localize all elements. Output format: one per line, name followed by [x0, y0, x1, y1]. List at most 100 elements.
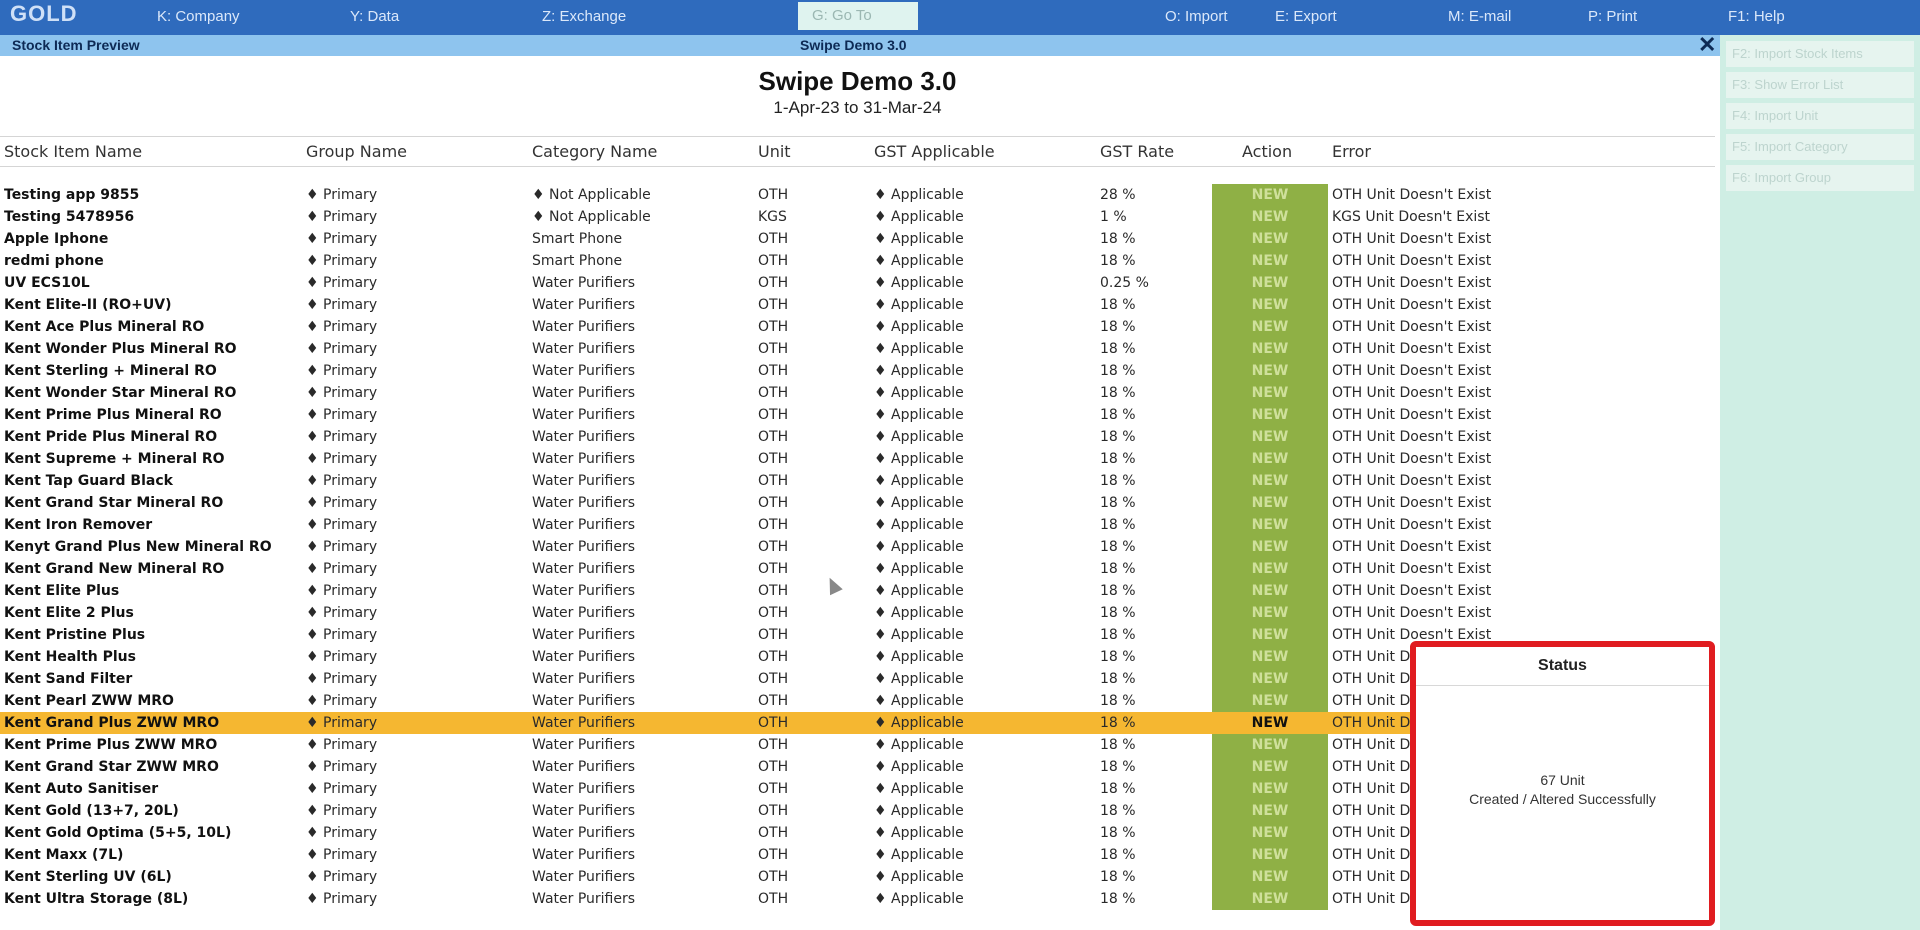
- error-text: OTH Unit Doesn't Exist: [1332, 517, 1492, 533]
- table-row[interactable]: Kent Sterling + Mineral RO ♦ Primary Water…: [0, 360, 1715, 382]
- gst-applicable: ♦ Applicable: [874, 297, 964, 313]
- import-unit-button[interactable]: F4: Import Unit: [1726, 103, 1914, 129]
- table-row[interactable]: Kent Elite Plus ♦ Primary Water Purifiers O…: [0, 580, 1715, 602]
- category-name: Water Purifiers: [532, 429, 636, 445]
- gst-applicable: ♦ Applicable: [874, 385, 964, 401]
- table-row[interactable]: Testing app 9855 ♦ Primary ♦ Not Applicabl…: [0, 184, 1715, 206]
- stock-item-name: Kent Pride Plus Mineral RO: [4, 429, 218, 445]
- category-name: Water Purifiers: [532, 407, 636, 423]
- stock-item-name: Kent Gold Optima (5+5, 10L): [4, 825, 232, 841]
- table-row[interactable]: Kent Prime Plus Mineral RO ♦ Primary Water…: [0, 404, 1715, 426]
- action-badge: NEW: [1212, 558, 1328, 580]
- menu-data[interactable]: Y: Data: [350, 8, 399, 25]
- category-name: Water Purifiers: [532, 451, 636, 467]
- col-category-name: Category Name: [532, 142, 658, 161]
- category-name: Water Purifiers: [532, 781, 636, 797]
- col-error: Error: [1332, 142, 1371, 161]
- group-name: ♦ Primary: [306, 231, 378, 247]
- unit: OTH: [758, 231, 789, 247]
- show-error-list-button[interactable]: F3: Show Error List: [1726, 72, 1914, 98]
- category-name: Water Purifiers: [532, 517, 636, 533]
- category-name: Water Purifiers: [532, 473, 636, 489]
- category-name: Water Purifiers: [532, 759, 636, 775]
- stock-item-name: Kent Auto Sanitiser: [4, 781, 159, 797]
- menu-import[interactable]: O: Import: [1165, 8, 1228, 25]
- table-row[interactable]: Kent Supreme + Mineral RO ♦ Primary Water …: [0, 448, 1715, 470]
- col-gst-applicable: GST Applicable: [874, 142, 995, 161]
- table-row[interactable]: Kent Iron Remover ♦ Primary Water Purifier…: [0, 514, 1715, 536]
- unit: KGS: [758, 209, 787, 225]
- category-name: Water Purifiers: [532, 671, 636, 687]
- table-row[interactable]: Apple Iphone ♦ Primary Smart Phone OTH ♦ App…: [0, 228, 1715, 250]
- stock-item-name: Kent Ace Plus Mineral RO: [4, 319, 205, 335]
- category-name: Water Purifiers: [532, 825, 636, 841]
- import-category-button[interactable]: F5: Import Category: [1726, 134, 1914, 160]
- action-badge: NEW: [1212, 206, 1328, 228]
- table-row[interactable]: Kent Wonder Star Mineral RO ♦ Primary Wate…: [0, 382, 1715, 404]
- gst-rate: 18 %: [1100, 693, 1136, 709]
- menu-goto[interactable]: G: Go To: [798, 2, 918, 30]
- group-name: ♦ Primary: [306, 649, 378, 665]
- stock-item-name: redmi phone: [4, 253, 104, 269]
- error-text: OTH Unit Doesn't Exist: [1332, 561, 1492, 577]
- error-text: OTH Unit Doesn't Exist: [1332, 473, 1492, 489]
- menu-print[interactable]: P: Print: [1588, 8, 1637, 25]
- category-name: Water Purifiers: [532, 693, 636, 709]
- unit: OTH: [758, 649, 789, 665]
- stock-item-name: Kent Prime Plus ZWW MRO: [4, 737, 218, 753]
- table-row[interactable]: Kent Elite-II (RO+UV) ♦ Primary Water Puri…: [0, 294, 1715, 316]
- import-stock-items-button[interactable]: F2: Import Stock Items: [1726, 41, 1914, 67]
- gst-rate: 18 %: [1100, 869, 1136, 885]
- col-unit: Unit: [758, 142, 791, 161]
- close-icon[interactable]: ✕: [1698, 32, 1716, 58]
- table-row[interactable]: Kent Grand Star Mineral RO ♦ Primary Water…: [0, 492, 1715, 514]
- action-badge: NEW: [1212, 690, 1328, 712]
- gst-applicable: ♦ Applicable: [874, 583, 964, 599]
- unit: OTH: [758, 715, 789, 731]
- stock-item-name: Kenyt Grand Plus New Mineral RO: [4, 539, 272, 555]
- table-row[interactable]: Kent Pride Plus Mineral RO ♦ Primary Water…: [0, 426, 1715, 448]
- menu-help[interactable]: F1: Help: [1728, 8, 1785, 25]
- error-text: OTH Unit Doesn't Exist: [1332, 231, 1492, 247]
- menu-export[interactable]: E: Export: [1275, 8, 1337, 25]
- stock-item-name: Kent Maxx (7L): [4, 847, 124, 863]
- action-badge: NEW: [1212, 756, 1328, 778]
- gst-rate: 18 %: [1100, 297, 1136, 313]
- menu-email[interactable]: M: E-mail: [1448, 8, 1511, 25]
- action-badge: NEW: [1212, 514, 1328, 536]
- gst-applicable: ♦ Applicable: [874, 759, 964, 775]
- category-name: Smart Phone: [532, 231, 623, 247]
- table-row[interactable]: Kent Elite 2 Plus ♦ Primary Water Purifier…: [0, 602, 1715, 624]
- group-name: ♦ Primary: [306, 627, 378, 643]
- unit: OTH: [758, 407, 789, 423]
- menu-company[interactable]: K: Company: [157, 8, 240, 25]
- import-group-button[interactable]: F6: Import Group: [1726, 165, 1914, 191]
- group-name: ♦ Primary: [306, 561, 378, 577]
- category-name: Water Purifiers: [532, 869, 636, 885]
- error-text: OTH Unit Doesn't Exist: [1332, 253, 1492, 269]
- table-row[interactable]: Kent Ace Plus Mineral RO ♦ Primary Water P…: [0, 316, 1715, 338]
- table-row[interactable]: redmi phone ♦ Primary Smart Phone OTH ♦ Appl…: [0, 250, 1715, 272]
- gst-applicable: ♦ Applicable: [874, 803, 964, 819]
- report-name: Stock Item Preview: [12, 37, 140, 53]
- gst-rate: 18 %: [1100, 319, 1136, 335]
- table-row[interactable]: Kenyt Grand Plus New Mineral RO ♦ Primary…: [0, 536, 1715, 558]
- stock-item-name: Kent Wonder Plus Mineral RO: [4, 341, 237, 357]
- action-badge: NEW: [1212, 448, 1328, 470]
- table-row[interactable]: Kent Tap Guard Black ♦ Primary Water Purif…: [0, 470, 1715, 492]
- gst-rate: 18 %: [1100, 231, 1136, 247]
- group-name: ♦ Primary: [306, 253, 378, 269]
- gst-applicable: ♦ Applicable: [874, 715, 964, 731]
- table-row[interactable]: UV ECS10L ♦ Primary Water Purifiers OTH ♦ Ap…: [0, 272, 1715, 294]
- menu-exchange[interactable]: Z: Exchange: [542, 8, 626, 25]
- unit: OTH: [758, 275, 789, 291]
- stock-item-name: Kent Sterling UV (6L): [4, 869, 172, 885]
- gst-rate: 18 %: [1100, 429, 1136, 445]
- group-name: ♦ Primary: [306, 297, 378, 313]
- table-row[interactable]: Testing 5478956 ♦ Primary ♦ Not Applicable…: [0, 206, 1715, 228]
- table-row[interactable]: Kent Grand New Mineral RO ♦ Primary Water …: [0, 558, 1715, 580]
- table-row[interactable]: Kent Wonder Plus Mineral RO ♦ Primary Wate…: [0, 338, 1715, 360]
- category-name: Water Purifiers: [532, 341, 636, 357]
- unit: OTH: [758, 187, 789, 203]
- gst-applicable: ♦ Applicable: [874, 781, 964, 797]
